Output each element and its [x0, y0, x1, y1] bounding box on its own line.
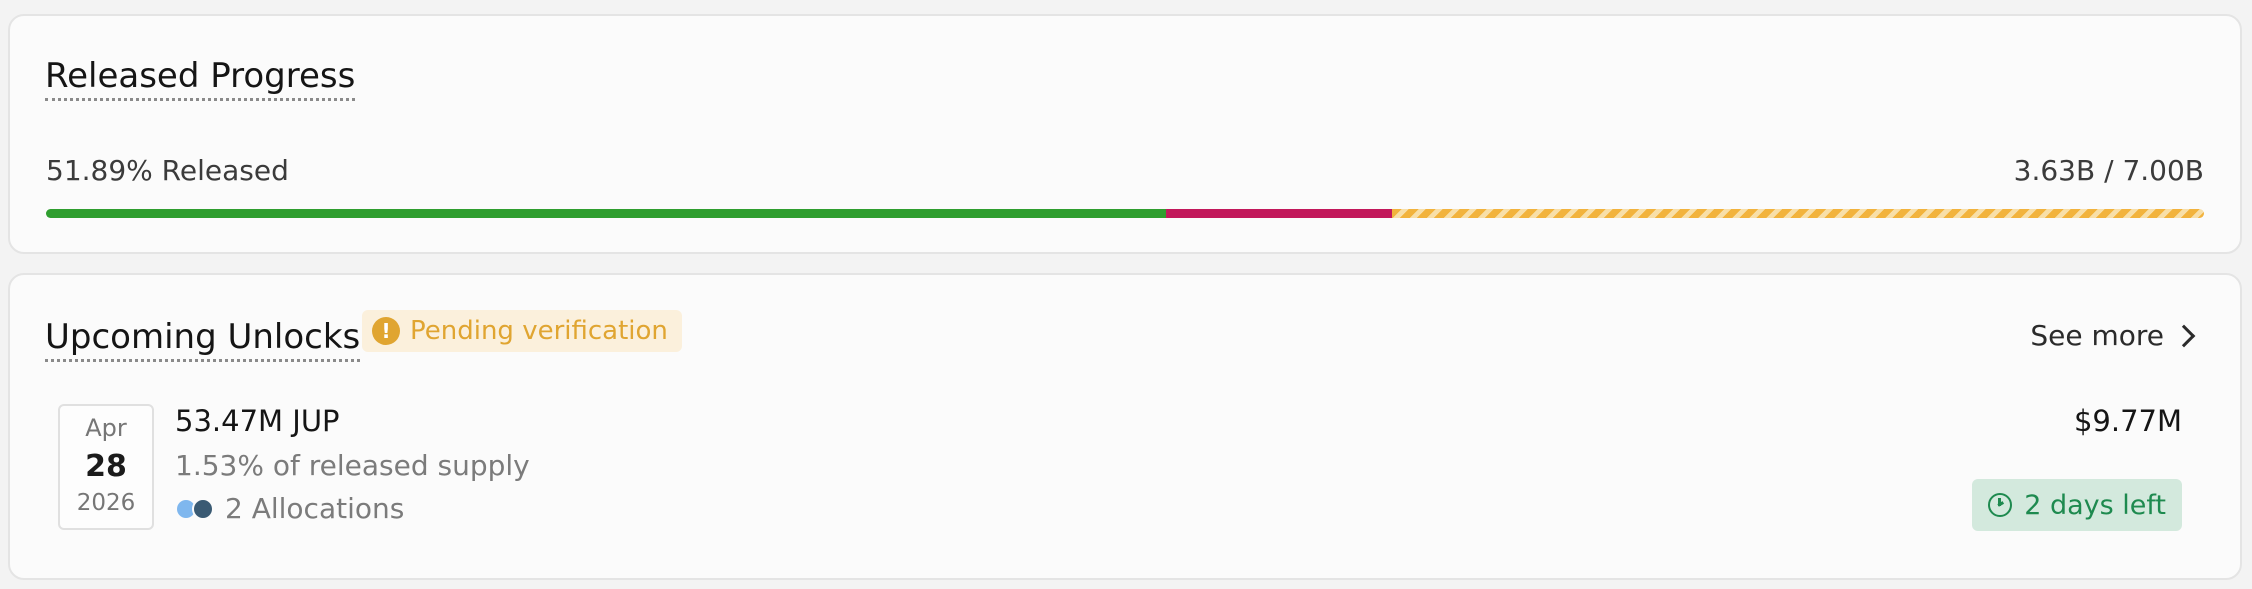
progress-segment-released — [46, 209, 1166, 218]
released-percent-label: 51.89% Released — [46, 154, 289, 187]
unlock-supply-percent: 1.53% of released supply — [175, 449, 530, 482]
allocation-avatars-icon — [175, 497, 215, 520]
time-left-label: 2 days left — [2024, 489, 2166, 521]
see-more-link[interactable]: See more — [2030, 319, 2196, 352]
allocations-row[interactable]: 2 Allocations — [175, 492, 404, 525]
clock-icon — [1988, 493, 2013, 517]
unlock-date: Apr 28 2026 — [58, 404, 154, 530]
pending-verification-badge[interactable]: ! Pending verification — [362, 310, 682, 352]
unlock-amount: 53.47M JUP — [175, 404, 340, 438]
progress-segment-secondary — [1165, 209, 1392, 218]
released-amount-label: 3.63B / 7.00B — [2013, 154, 2204, 187]
released-progress-title[interactable]: Released Progress — [45, 56, 356, 101]
unlock-date-year: 2026 — [76, 490, 136, 516]
see-more-label: See more — [2030, 319, 2164, 352]
unlock-date-day: 28 — [85, 449, 127, 484]
pending-verification-label: Pending verification — [410, 316, 668, 346]
warning-icon: ! — [372, 317, 400, 345]
upcoming-unlocks-card: Upcoming Unlocks ! Pending verification … — [8, 273, 2242, 580]
released-progress-bar — [46, 209, 2204, 218]
chevron-right-icon — [2172, 324, 2196, 347]
progress-segment-remaining — [1391, 209, 2204, 218]
time-left-badge: 2 days left — [1972, 479, 2182, 531]
upcoming-unlocks-title[interactable]: Upcoming Unlocks — [45, 317, 361, 362]
unlock-value: $9.77M — [2073, 404, 2182, 438]
allocations-label: 2 Allocations — [225, 492, 405, 525]
allocation-dot-icon — [192, 497, 214, 520]
released-progress-card: Released Progress 51.89% Released 3.63B … — [8, 14, 2242, 254]
unlock-date-month: Apr — [85, 414, 127, 442]
